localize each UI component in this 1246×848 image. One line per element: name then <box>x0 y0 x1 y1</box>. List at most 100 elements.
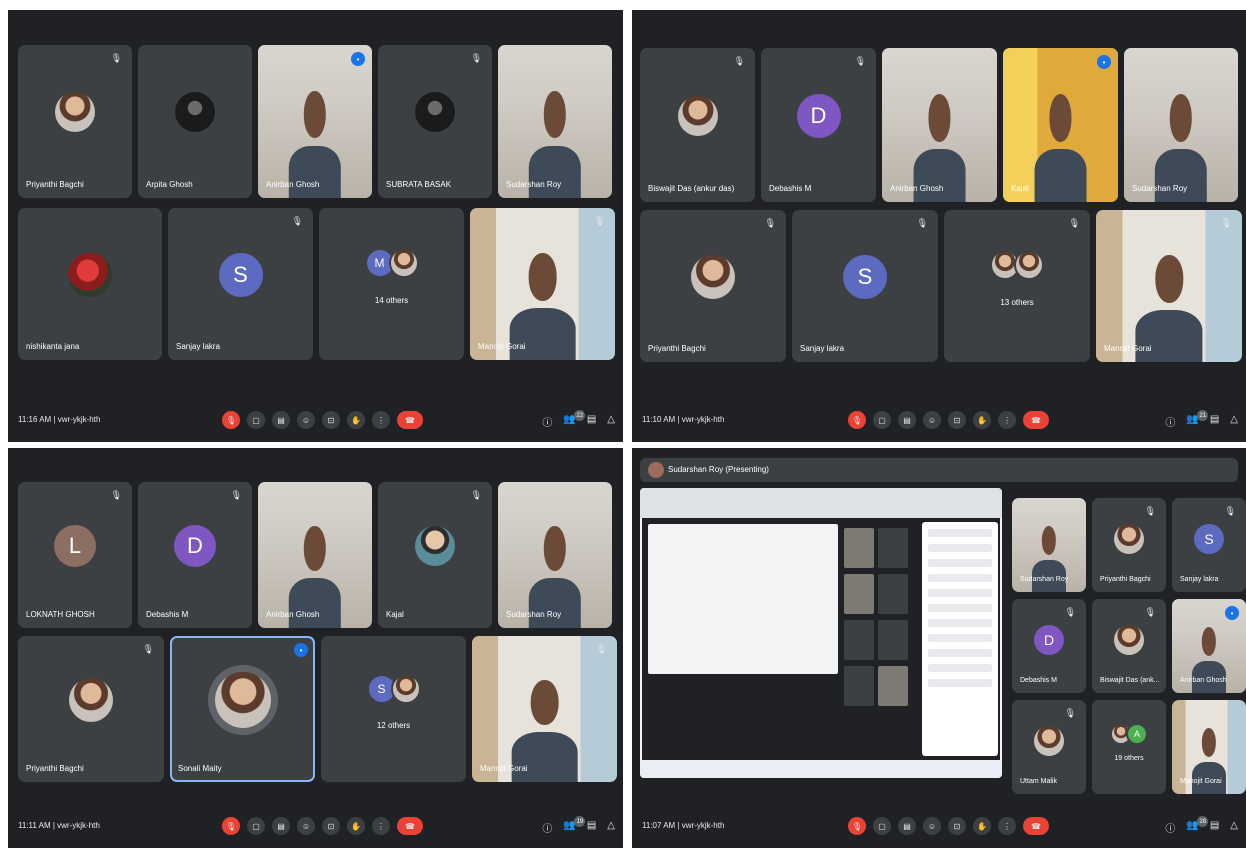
mic-off-icon: 🎙 <box>595 644 607 654</box>
participant-tile[interactable]: 🎙 Kajal <box>378 482 492 628</box>
presenter-label: Sudarshan Roy (Presenting) <box>668 465 769 474</box>
end-call-icon[interactable]: ☎ <box>1023 411 1049 429</box>
participant-name: Anirban Ghosh <box>890 184 944 193</box>
participant-tile[interactable]: Sudarshan Roy <box>498 45 612 198</box>
hand-icon[interactable]: ✋ <box>973 817 991 835</box>
people-icon[interactable]: 👥 28 <box>1186 816 1209 835</box>
video-feed <box>258 45 372 198</box>
hand-icon[interactable]: ✋ <box>347 411 365 429</box>
more-icon[interactable]: ⋮ <box>998 411 1016 429</box>
chat-icon[interactable]: ▤ <box>587 414 596 429</box>
more-icon[interactable]: ⋮ <box>372 817 390 835</box>
participant-tile[interactable]: Sudarshan Roy <box>1124 48 1238 202</box>
mic-off-icon: 🎙 <box>854 56 866 66</box>
captions-icon[interactable]: ▤ <box>898 817 916 835</box>
participant-tile[interactable]: • Anirban Ghosh <box>1172 599 1246 693</box>
people-icon[interactable]: 👥 19 <box>563 816 586 835</box>
mic-off-icon: 🎙 <box>916 218 928 228</box>
participant-tile[interactable]: Sudarshan Roy <box>1012 498 1086 592</box>
chat-icon[interactable]: ▤ <box>1210 820 1219 835</box>
camera-icon[interactable]: ▢ <box>873 817 891 835</box>
more-icon[interactable]: ⋮ <box>998 817 1016 835</box>
participant-tile[interactable]: 🎙 S Sanjay lakra <box>792 210 938 362</box>
chat-icon[interactable]: ▤ <box>587 820 596 835</box>
participant-tile[interactable]: 🎙 L LOKNATH GHOSH <box>18 482 132 628</box>
avatar: D <box>174 525 216 568</box>
participant-tile[interactable]: 🎙 Priyanthi Bagchi <box>1092 498 1166 592</box>
meet-panel-top-left: 🎙 Priyanthi Bagchi Arpita Ghosh • Anirba… <box>8 10 623 442</box>
share-screen-icon[interactable]: ⊡ <box>948 817 966 835</box>
participant-tile[interactable]: 🎙 Uttam Malik <box>1012 700 1086 794</box>
participant-tile[interactable]: • Kajal <box>1003 48 1118 202</box>
participant-name: Manojit Gorai <box>1104 344 1152 353</box>
participant-tile[interactable]: 🎙 Priyanthi Bagchi <box>640 210 786 362</box>
end-call-icon[interactable]: ☎ <box>1023 817 1049 835</box>
end-call-icon[interactable]: ☎ <box>397 817 423 835</box>
participant-tile[interactable]: 🎙 S Sanjay lakra <box>168 208 313 360</box>
emoji-icon[interactable]: ☺ <box>923 817 941 835</box>
activities-icon[interactable]: △ <box>1230 414 1238 429</box>
participant-tile[interactable]: Arpita Ghosh <box>138 45 252 198</box>
participant-tile[interactable]: 🎙 Priyanthi Bagchi <box>18 636 164 782</box>
participant-tile[interactable]: Manojit Gorai <box>1172 700 1246 794</box>
participant-tile[interactable]: • Sonali Maity <box>170 636 315 782</box>
participant-tile[interactable]: Anirban Ghosh <box>258 482 372 628</box>
participant-tile[interactable]: 🎙 Manojit Gorai <box>1096 210 1242 362</box>
chat-icon[interactable]: ▤ <box>1210 414 1219 429</box>
participant-tile[interactable]: Anirban Ghosh <box>882 48 997 202</box>
info-icon[interactable]: ⓘ <box>542 414 552 429</box>
participant-tile[interactable]: 🎙 Biswajit Das (ankur das) <box>640 48 755 202</box>
participant-tile[interactable]: Sudarshan Roy <box>498 482 612 628</box>
emoji-icon[interactable]: ☺ <box>297 411 315 429</box>
participant-tile[interactable]: 🎙 Manojit Gorai <box>470 208 615 360</box>
captions-icon[interactable]: ▤ <box>272 817 290 835</box>
others-avatars: S <box>366 673 421 704</box>
taskbar <box>640 760 1002 778</box>
participant-count-badge: 28 <box>1197 816 1209 827</box>
emoji-icon[interactable]: ☺ <box>297 817 315 835</box>
participant-tile[interactable]: 🎙 Manojit Gorai <box>472 636 617 782</box>
share-screen-icon[interactable]: ⊡ <box>322 411 340 429</box>
info-icon[interactable]: ⓘ <box>542 820 552 835</box>
camera-icon[interactable]: ▢ <box>873 411 891 429</box>
camera-icon[interactable]: ▢ <box>247 411 265 429</box>
people-icon[interactable]: 👥 21 <box>1186 410 1209 429</box>
participant-tile[interactable]: 🎙 S Sanjay lakra <box>1172 498 1246 592</box>
others-tile[interactable]: 🎙 13 others <box>944 210 1090 362</box>
participant-tile[interactable]: 🎙 D Debashis M <box>761 48 876 202</box>
participant-tile[interactable]: 🎙 SUBRATA BASAK <box>378 45 492 198</box>
avatar <box>175 92 215 133</box>
others-count: 12 others <box>376 720 411 730</box>
hand-icon[interactable]: ✋ <box>347 817 365 835</box>
activities-icon[interactable]: △ <box>607 414 615 429</box>
hand-icon[interactable]: ✋ <box>973 411 991 429</box>
mic-off-icon[interactable]: 🎙 <box>848 411 866 429</box>
end-call-icon[interactable]: ☎ <box>397 411 423 429</box>
participant-tile[interactable]: 🎙 D Debashis M <box>138 482 252 628</box>
captions-icon[interactable]: ▤ <box>272 411 290 429</box>
mic-off-icon: 🎙 <box>470 53 482 63</box>
more-icon[interactable]: ⋮ <box>372 411 390 429</box>
mic-off-icon[interactable]: 🎙 <box>848 817 866 835</box>
participant-tile[interactable]: 🎙 Priyanthi Bagchi <box>18 45 132 198</box>
participant-tile[interactable]: • Anirban Ghosh <box>258 45 372 198</box>
participant-tile[interactable]: 🎙 D Debashis M <box>1012 599 1086 693</box>
others-tile[interactable]: M 14 others <box>319 208 464 360</box>
participant-tile[interactable]: 🎙 Biswajit Das (ank... <box>1092 599 1166 693</box>
camera-icon[interactable]: ▢ <box>247 817 265 835</box>
others-tile[interactable]: A 19 others <box>1092 700 1166 794</box>
people-icon[interactable]: 👥 22 <box>563 410 586 429</box>
captions-icon[interactable]: ▤ <box>898 411 916 429</box>
others-tile[interactable]: S 12 others <box>321 636 466 782</box>
info-icon[interactable]: ⓘ <box>1165 820 1175 835</box>
info-icon[interactable]: ⓘ <box>1165 414 1175 429</box>
emoji-icon[interactable]: ☺ <box>923 411 941 429</box>
mic-off-icon[interactable]: 🎙 <box>222 817 240 835</box>
participant-name: nishikanta jana <box>26 342 80 351</box>
share-screen-icon[interactable]: ⊡ <box>322 817 340 835</box>
mic-off-icon[interactable]: 🎙 <box>222 411 240 429</box>
activities-icon[interactable]: △ <box>1230 820 1238 835</box>
share-screen-icon[interactable]: ⊡ <box>948 411 966 429</box>
participant-tile[interactable]: nishikanta jana <box>18 208 162 360</box>
activities-icon[interactable]: △ <box>607 820 615 835</box>
